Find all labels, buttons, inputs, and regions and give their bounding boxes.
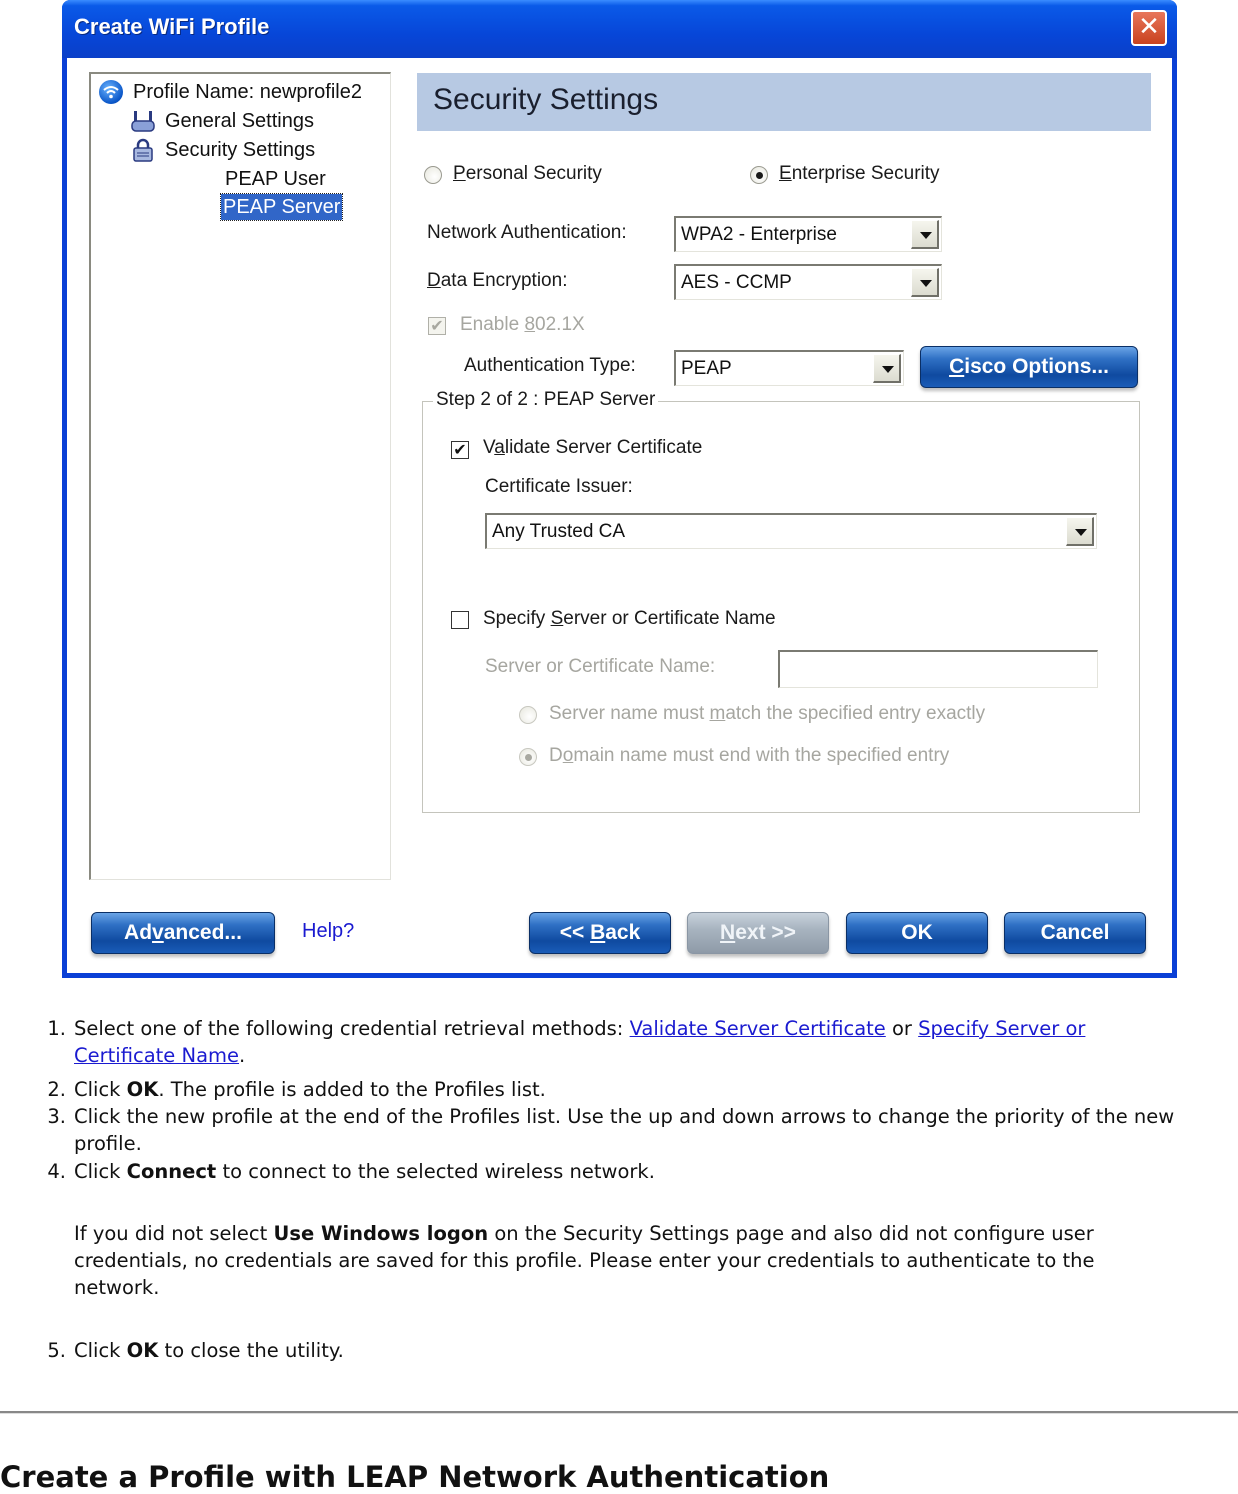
help-link[interactable]: Help? [302, 920, 354, 943]
lock-icon [131, 138, 155, 162]
close-icon: ✕ [1138, 12, 1160, 42]
peap-server-group: Step 2 of 2 : PEAP Server ✔ Validate Ser… [422, 389, 1140, 813]
create-wifi-profile-dialog: Create WiFi Profile ✕ Profile Name: newp… [62, 0, 1177, 978]
certificate-issuer-select[interactable]: Any Trusted CA [485, 513, 1097, 549]
data-encryption-label: Data Encryption: [427, 270, 568, 291]
enable-8021x-checkbox[interactable]: ✔ [428, 317, 446, 335]
server-name-input[interactable] [778, 650, 1098, 688]
step-number: 5. [47, 1339, 66, 1362]
credentials-note: If you did not select Use Windows logon … [74, 1222, 1095, 1299]
chevron-down-icon[interactable] [911, 220, 939, 249]
network-authentication-select[interactable]: WPA2 - Enterprise [674, 216, 942, 252]
match-exact-label: Server name must match the specified ent… [549, 703, 986, 724]
enterprise-security-label[interactable]: Enterprise Security [779, 163, 940, 185]
router-icon [131, 110, 155, 134]
chevron-down-icon[interactable] [1066, 517, 1094, 546]
dialog-title: Create WiFi Profile [74, 14, 270, 39]
tree-item-peap-server[interactable]: PEAP Server [219, 193, 344, 221]
specify-server-checkbox[interactable] [451, 611, 469, 629]
step-1: 1. Select one of the following credentia… [47, 1015, 1184, 1069]
tree-item-label: Security Settings [165, 139, 316, 161]
network-authentication-label: Network Authentication: [427, 222, 627, 243]
step-number: 1. [47, 1017, 66, 1040]
group-legend: Step 2 of 2 : PEAP Server [433, 389, 659, 411]
certificate-issuer-label: Certificate Issuer: [485, 476, 633, 497]
tree-item-peap-user[interactable]: PEAP User [225, 166, 326, 192]
authentication-type-label: Authentication Type: [464, 355, 636, 376]
domain-end-radio[interactable] [519, 748, 537, 766]
personal-security-label[interactable]: Personal Security [453, 163, 602, 185]
authentication-type-select[interactable]: PEAP [674, 350, 904, 386]
step-2: 2. Click OK. The profile is added to the… [47, 1076, 1184, 1103]
validate-server-certificate-link[interactable]: Validate Server Certificate [630, 1017, 886, 1040]
step-number: 4. [47, 1160, 66, 1183]
section-header: Security Settings [417, 73, 1151, 131]
step-3: 3. Click the new profile at the end of t… [47, 1103, 1184, 1157]
section-heading: Create a Profile with LEAP Network Authe… [0, 1460, 830, 1494]
data-encryption-value: AES - CCMP [681, 272, 792, 293]
validate-server-certificate-label[interactable]: Validate Server Certificate [483, 437, 702, 459]
tree-item-label: Profile Name: newprofile2 [133, 81, 362, 103]
title-bar: Create WiFi Profile ✕ [62, 0, 1177, 58]
ok-button[interactable]: OK [846, 912, 988, 954]
chevron-down-icon[interactable] [911, 268, 939, 297]
next-button[interactable]: Next >> [687, 912, 829, 954]
authentication-type-value: PEAP [681, 358, 732, 379]
data-encryption-select[interactable]: AES - CCMP [674, 264, 942, 300]
server-name-label: Server or Certificate Name: [485, 656, 716, 677]
personal-security-radio[interactable] [424, 166, 442, 184]
chevron-down-icon[interactable] [873, 354, 901, 383]
network-authentication-value: WPA2 - Enterprise [681, 224, 837, 245]
advanced-button[interactable]: Advanced... [91, 912, 275, 954]
validate-server-certificate-checkbox[interactable]: ✔ [451, 441, 469, 459]
match-exact-radio[interactable] [519, 706, 537, 724]
enable-8021x-label: Enable 802.1X [460, 314, 585, 335]
tree-item-label: General Settings [165, 110, 314, 132]
section-divider [0, 1411, 1238, 1414]
specify-server-label[interactable]: Specify Server or Certificate Name [483, 608, 776, 630]
enterprise-security-radio[interactable] [750, 166, 768, 184]
cancel-button[interactable]: Cancel [1004, 912, 1146, 954]
step-5: 5. Click OK to close the utility. [47, 1337, 1184, 1364]
step-number: 3. [47, 1105, 66, 1128]
dialog-client-area: Profile Name: newprofile2 General Settin… [67, 58, 1172, 973]
step-4: 4. Click Connect to connect to the selec… [47, 1158, 1184, 1185]
cisco-options-button[interactable]: Cisco Options... [920, 346, 1138, 388]
profile-tree[interactable]: Profile Name: newprofile2 General Settin… [89, 72, 391, 880]
back-button[interactable]: << Back [529, 912, 671, 954]
certificate-issuer-value: Any Trusted CA [492, 521, 626, 542]
wifi-icon [99, 80, 123, 104]
section-header-title: Security Settings [433, 83, 659, 116]
step-number: 2. [47, 1078, 66, 1101]
domain-end-label: Domain name must end with the specified … [549, 745, 950, 766]
close-button[interactable]: ✕ [1131, 10, 1167, 46]
